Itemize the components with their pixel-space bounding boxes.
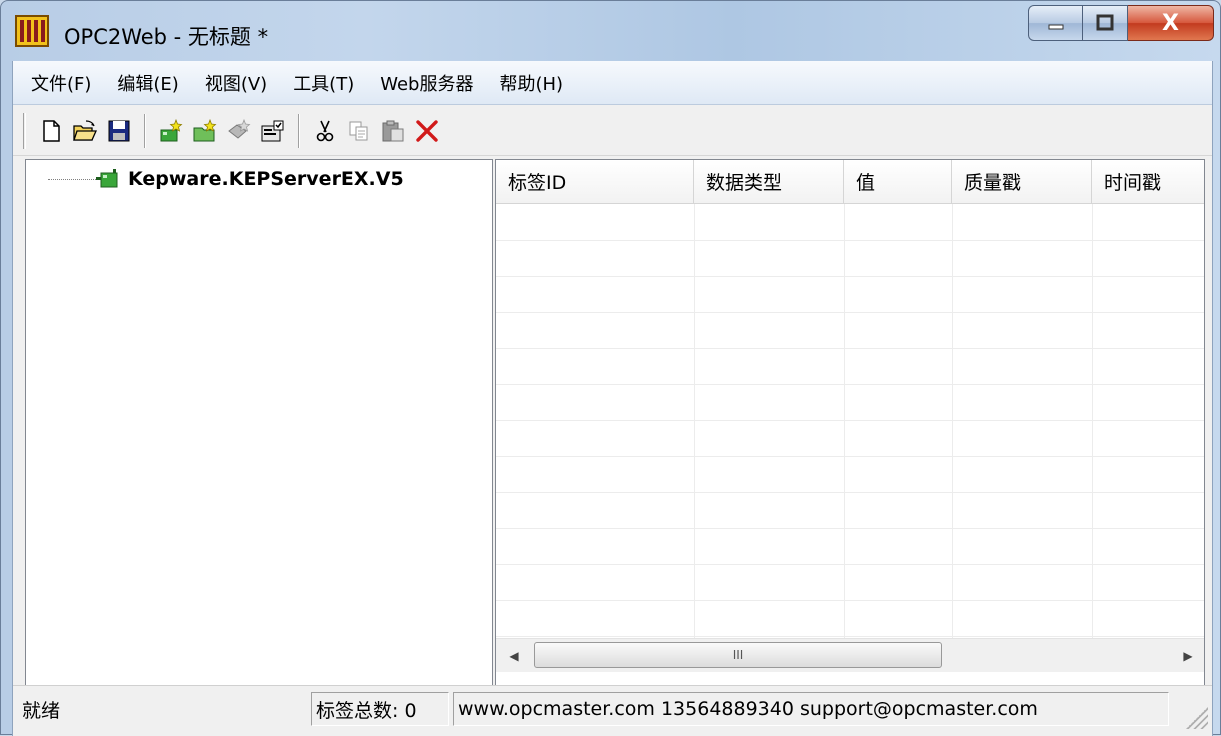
menu-help[interactable]: 帮助(H) [495,68,567,98]
save-icon [108,120,130,141]
status-contact: www.opcmaster.com 13564889340 support@op… [453,692,1169,726]
delete-button[interactable] [412,116,442,146]
menu-bar: 文件(F) 编辑(E) 视图(V) 工具(T) Web服务器 帮助(H) [13,61,1212,105]
server-node-icon [96,169,118,188]
app-window: OPC2Web - 无标题 * X 文件(F) 编辑(E) 视图(V) 工具(T… [0,0,1221,736]
open-icon [73,119,98,141]
window-title: OPC2Web - 无标题 * [64,25,269,49]
app-icon [15,15,49,47]
save-button[interactable] [104,116,134,146]
column-header-data-type[interactable]: 数据类型 [694,160,844,204]
grid-line [496,456,1204,457]
grid-line [496,636,1204,637]
grid-line [496,420,1204,421]
scroll-left-arrow[interactable]: ◀ [504,647,524,665]
toolbar [13,106,1212,156]
close-icon: X [1162,10,1179,36]
tree-connector [48,178,96,180]
copy-icon [349,121,368,140]
menu-tools[interactable]: 工具(T) [289,68,358,98]
grid-line [496,564,1204,565]
scroll-right-arrow[interactable]: ▶ [1178,647,1198,665]
grid-column-line [952,204,953,638]
add-server-icon [160,118,183,141]
new-button[interactable] [36,116,66,146]
maximize-button[interactable] [1083,5,1128,41]
properties-button[interactable] [258,116,288,146]
status-ready: 就绪 [22,699,61,722]
copy-button[interactable] [344,116,374,146]
grid-line [496,276,1204,277]
tag-list-view[interactable]: 标签ID 数据类型 值 质量戳 时间戳 ◀ III ▶ [495,159,1205,709]
column-header-value[interactable]: 值 [844,160,952,204]
delete-icon [416,119,438,142]
menu-file[interactable]: 文件(F) [27,68,95,98]
column-header-tag-id[interactable]: 标签ID [496,160,694,204]
open-button[interactable] [70,116,100,146]
menu-web-server[interactable]: Web服务器 [376,68,477,98]
minimize-icon [1048,24,1063,30]
list-header: 标签ID 数据类型 值 质量戳 时间戳 [496,160,1204,204]
list-grid [496,204,1204,638]
status-bar: 就绪 标签总数: 0 www.opcmaster.com 13564889340… [13,685,1212,733]
grid-line [496,384,1204,385]
resize-grip[interactable] [1186,707,1208,729]
tree-label-server[interactable]: Kepware.KEPServerEX.V5 [128,168,404,190]
maximize-icon [1096,14,1114,31]
grid-line [496,528,1204,529]
toolbar-grip[interactable] [23,112,26,149]
add-group-icon [193,118,217,141]
minimize-button[interactable] [1028,5,1083,41]
column-header-timestamp[interactable]: 时间戳 [1092,160,1204,204]
close-button[interactable]: X [1128,5,1214,41]
menu-view[interactable]: 视图(V) [201,68,271,98]
paste-button[interactable] [378,116,408,146]
scroll-thumb[interactable]: III [534,642,942,668]
grid-column-line [844,204,845,638]
paste-icon [382,120,404,141]
grid-line [496,312,1204,313]
grid-line [496,348,1204,349]
horizontal-scrollbar[interactable]: ◀ III ▶ [496,638,1204,672]
client-area: 文件(F) 编辑(E) 视图(V) 工具(T) Web服务器 帮助(H) Kep… [12,61,1213,736]
new-icon [43,119,60,142]
add-server-button[interactable] [156,116,186,146]
tree-item-server[interactable]: Kepware.KEPServerEX.V5 [48,168,404,190]
grid-column-line [1092,204,1093,638]
properties-icon [261,120,284,141]
title-bar[interactable]: OPC2Web - 无标题 * X [1,1,1220,61]
toolbar-separator [298,113,300,148]
grid-line [496,492,1204,493]
grid-line [496,240,1204,241]
add-item-icon [228,118,251,139]
grid-line [496,600,1204,601]
server-tree[interactable]: Kepware.KEPServerEX.V5 [25,159,493,709]
add-item-button[interactable] [224,116,254,146]
menu-edit[interactable]: 编辑(E) [113,68,182,98]
add-group-button[interactable] [190,116,220,146]
cut-icon [316,120,334,141]
toolbar-separator [144,113,146,148]
column-header-quality[interactable]: 质量戳 [952,160,1092,204]
cut-button[interactable] [310,116,340,146]
grid-column-line [694,204,695,638]
caption-buttons: X [1028,5,1214,41]
status-tag-count: 标签总数: 0 [311,692,449,726]
